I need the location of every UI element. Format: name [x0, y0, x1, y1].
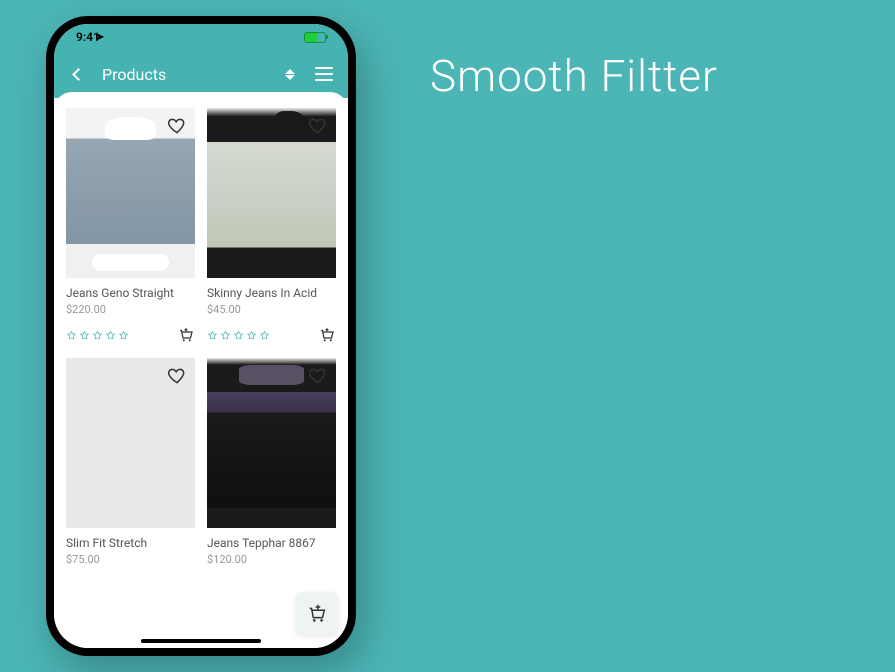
star-icon: [220, 330, 231, 341]
cart-icon: [306, 602, 328, 624]
phone-screen: 9:41 ➤ Products Jeans Geno Strai: [54, 24, 348, 648]
star-icon: [246, 330, 257, 341]
product-card[interactable]: Skinny Jeans In Acid $45.00: [207, 108, 336, 344]
nav-bar: Products: [54, 50, 348, 98]
hamburger-icon: [315, 67, 333, 81]
add-to-cart-button[interactable]: [318, 326, 336, 344]
product-price: $45.00: [207, 303, 336, 316]
heart-icon: [308, 116, 328, 136]
product-image: [66, 358, 195, 528]
product-card[interactable]: Jeans Tepphar 8867 $120.00: [207, 358, 336, 566]
star-icon: [259, 330, 270, 341]
rating-stars[interactable]: [66, 330, 129, 341]
heart-icon: [308, 366, 328, 386]
favorite-button[interactable]: [167, 116, 187, 136]
favorite-button[interactable]: [308, 366, 328, 386]
favorite-button[interactable]: [308, 116, 328, 136]
page-heading: Smooth Filtter: [430, 50, 718, 102]
star-icon: [207, 330, 218, 341]
menu-button[interactable]: [314, 64, 334, 84]
product-name: Jeans Geno Straight: [66, 286, 195, 300]
product-name: Skinny Jeans In Acid: [207, 286, 336, 300]
favorite-button[interactable]: [167, 366, 187, 386]
star-icon: [66, 330, 77, 341]
back-button[interactable]: [68, 64, 88, 84]
star-icon: [233, 330, 244, 341]
cart-icon: [177, 326, 195, 344]
location-icon: ➤: [96, 32, 104, 43]
status-bar: 9:41 ➤: [54, 24, 348, 50]
cart-icon: [318, 326, 336, 344]
heart-icon: [167, 366, 187, 386]
product-image: [66, 108, 195, 278]
sort-icon: [285, 69, 295, 80]
star-icon: [118, 330, 129, 341]
heart-icon: [167, 116, 187, 136]
nav-title: Products: [102, 65, 266, 84]
product-list[interactable]: Jeans Geno Straight $220.00 Skinny Jeans: [54, 92, 348, 648]
star-icon: [105, 330, 116, 341]
add-to-cart-button[interactable]: [177, 326, 195, 344]
star-icon: [92, 330, 103, 341]
floating-cart-button[interactable]: [296, 592, 338, 634]
sort-button[interactable]: [280, 64, 300, 84]
product-price: $75.00: [66, 553, 195, 566]
product-card[interactable]: Jeans Geno Straight $220.00: [66, 108, 195, 344]
star-icon: [79, 330, 90, 341]
product-price: $220.00: [66, 303, 195, 316]
phone-frame: 9:41 ➤ Products Jeans Geno Strai: [46, 16, 356, 656]
product-image: [207, 358, 336, 528]
product-card[interactable]: Slim Fit Stretch $75.00: [66, 358, 195, 566]
chevron-left-icon: [72, 68, 85, 81]
product-name: Slim Fit Stretch: [66, 536, 195, 550]
product-price: $120.00: [207, 553, 336, 566]
product-image: [207, 108, 336, 278]
home-indicator[interactable]: [141, 639, 261, 643]
product-name: Jeans Tepphar 8867: [207, 536, 336, 550]
rating-stars[interactable]: [207, 330, 270, 341]
battery-icon: [304, 32, 326, 43]
